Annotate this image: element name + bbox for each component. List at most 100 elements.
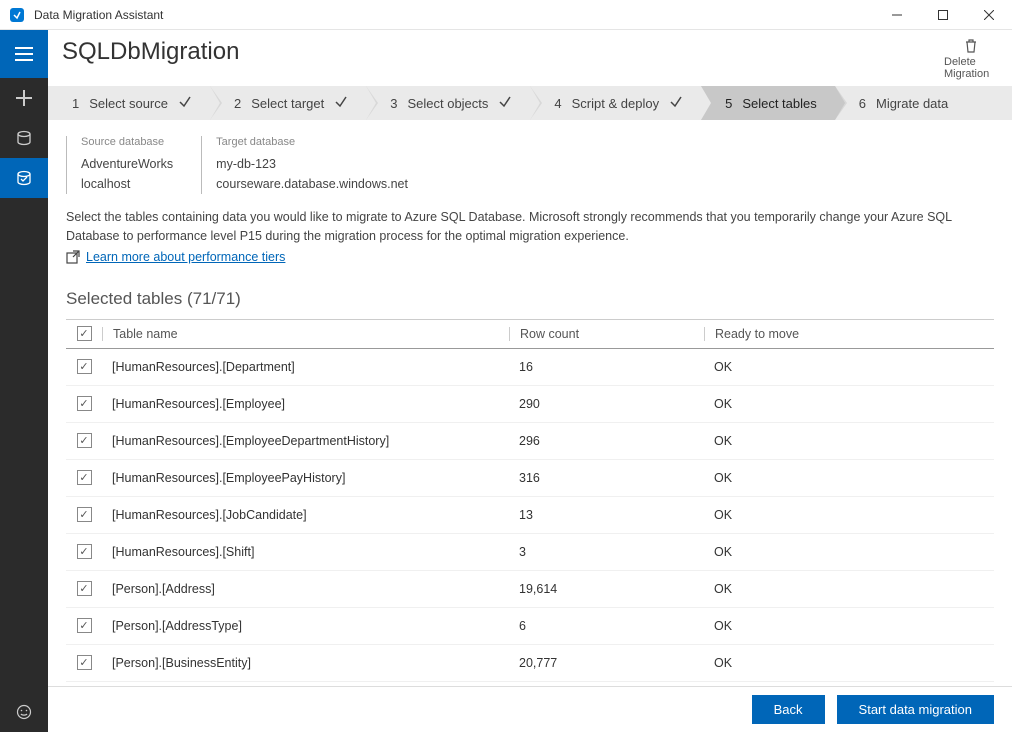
checkmark-icon (669, 95, 683, 112)
table-row[interactable]: ✓ [HumanResources].[EmployeePayHistory]31… (66, 460, 994, 497)
select-all-checkbox[interactable]: ✓ (77, 326, 92, 341)
cell-table-name: [HumanResources].[Employee] (102, 397, 509, 411)
table-row[interactable]: ✓ [HumanResources].[Employee]290OK (66, 386, 994, 423)
column-header-name[interactable]: Table name (102, 327, 509, 341)
step-label: Select tables (742, 96, 816, 111)
trash-icon (964, 38, 978, 54)
cell-table-name: [Person].[Address] (102, 582, 509, 596)
cell-row-count: 6 (509, 619, 704, 633)
app-logo-icon (8, 6, 26, 24)
assessment-nav-button[interactable] (0, 118, 48, 158)
cell-ready-status: OK (704, 397, 994, 411)
footer-bar: Back Start data migration (48, 686, 1012, 732)
target-db-name: my-db-123 (216, 154, 408, 174)
step-label: Select objects (407, 96, 488, 111)
row-checkbox[interactable]: ✓ (77, 544, 92, 559)
row-checkbox[interactable]: ✓ (77, 507, 92, 522)
cell-ready-status: OK (704, 619, 994, 633)
row-checkbox[interactable]: ✓ (77, 359, 92, 374)
step-label: Migrate data (876, 96, 948, 111)
target-db-label: Target database (216, 136, 408, 148)
cell-row-count: 20,777 (509, 656, 704, 670)
maximize-button[interactable] (920, 0, 966, 30)
cell-ready-status: OK (704, 508, 994, 522)
cell-table-name: [HumanResources].[EmployeeDepartmentHist… (102, 434, 509, 448)
table-row[interactable]: ✓ [HumanResources].[EmployeeDepartmentHis… (66, 423, 994, 460)
cell-row-count: 16 (509, 360, 704, 374)
cell-ready-status: OK (704, 656, 994, 670)
row-checkbox[interactable]: ✓ (77, 433, 92, 448)
step-label: Select target (251, 96, 324, 111)
row-checkbox[interactable]: ✓ (77, 470, 92, 485)
learn-more-link[interactable]: Learn more about performance tiers (86, 250, 285, 264)
checkmark-icon (334, 95, 348, 112)
minimize-button[interactable] (874, 0, 920, 30)
row-checkbox[interactable]: ✓ (77, 618, 92, 633)
step-number: 4 (554, 96, 561, 111)
target-db-host: courseware.database.windows.net (216, 174, 408, 194)
checkmark-icon (498, 95, 512, 112)
column-header-rowcount[interactable]: Row count (509, 327, 704, 341)
start-migration-button[interactable]: Start data migration (837, 695, 994, 724)
wizard-step-2[interactable]: 2 Select target (210, 86, 366, 120)
cell-ready-status: OK (704, 582, 994, 596)
database-icon (16, 130, 32, 146)
cell-ready-status: OK (704, 434, 994, 448)
delete-migration-button[interactable]: Delete Migration (944, 38, 998, 80)
wizard-step-5[interactable]: 5 Select tables (701, 86, 835, 120)
step-number: 1 (72, 96, 79, 111)
column-header-ready[interactable]: Ready to move (704, 327, 994, 341)
step-label: Select source (89, 96, 168, 111)
cell-row-count: 19,614 (509, 582, 704, 596)
cell-table-name: [HumanResources].[Shift] (102, 545, 509, 559)
table-header-row: ✓ Table name Row count Ready to move (66, 319, 994, 349)
wizard-step-1[interactable]: 1 Select source (48, 86, 210, 120)
external-link-icon (66, 250, 80, 264)
smiley-icon (16, 704, 32, 720)
table-row[interactable]: ✓ [HumanResources].[Department]16OK (66, 349, 994, 386)
cell-ready-status: OK (704, 471, 994, 485)
table-row[interactable]: ✓[HumanResources].[Shift]3OK (66, 534, 994, 571)
cell-table-name: [Person].[AddressType] (102, 619, 509, 633)
table-body[interactable]: ✓[HumanResources].[Department]16OK✓[Huma… (66, 349, 994, 687)
migration-nav-button[interactable] (0, 158, 48, 198)
step-number: 3 (390, 96, 397, 111)
step-number: 5 (725, 96, 732, 111)
table-row[interactable]: ✓ [Person].[BusinessEntity]20,777OK (66, 645, 994, 682)
source-db-host: localhost (81, 174, 173, 194)
cell-table-name: [Person].[BusinessEntity] (102, 656, 509, 670)
table-row[interactable]: ✓ [HumanResources].[JobCandidate]13OK (66, 497, 994, 534)
step-number: 2 (234, 96, 241, 111)
project-title: SQLDbMigration (62, 38, 944, 66)
cell-table-name: [HumanResources].[Department] (102, 360, 509, 374)
cell-row-count: 13 (509, 508, 704, 522)
row-checkbox[interactable]: ✓ (77, 581, 92, 596)
wizard-step-3[interactable]: 3 Select objects (366, 86, 530, 120)
table-row[interactable]: ✓ [Person].[Address]19,614OK (66, 571, 994, 608)
close-button[interactable] (966, 0, 1012, 30)
app-title: Data Migration Assistant (34, 8, 874, 22)
source-db-name: AdventureWorks (81, 154, 173, 174)
row-checkbox[interactable]: ✓ (77, 655, 92, 670)
back-button[interactable]: Back (752, 695, 825, 724)
step-label: Script & deploy (572, 96, 659, 111)
new-project-button[interactable] (0, 78, 48, 118)
table-row[interactable]: ✓ [Person].[AddressType]6OK (66, 608, 994, 645)
cell-ready-status: OK (704, 360, 994, 374)
feedback-button[interactable] (0, 692, 48, 732)
wizard-step-4[interactable]: 4 Script & deploy (530, 86, 701, 120)
cell-table-name: [HumanResources].[JobCandidate] (102, 508, 509, 522)
window-controls (874, 0, 1012, 30)
cell-table-name: [HumanResources].[EmployeePayHistory] (102, 471, 509, 485)
source-db-label: Source database (81, 136, 173, 148)
row-checkbox[interactable]: ✓ (77, 396, 92, 411)
database-check-icon (16, 170, 32, 186)
cell-row-count: 316 (509, 471, 704, 485)
sidebar (0, 30, 48, 732)
cell-row-count: 296 (509, 434, 704, 448)
hamburger-menu-button[interactable] (0, 30, 48, 78)
selected-tables-heading: Selected tables (71/71) (48, 275, 1012, 319)
titlebar: Data Migration Assistant (0, 0, 1012, 30)
cell-row-count: 290 (509, 397, 704, 411)
wizard-step-6[interactable]: 6Migrate data (835, 86, 967, 120)
